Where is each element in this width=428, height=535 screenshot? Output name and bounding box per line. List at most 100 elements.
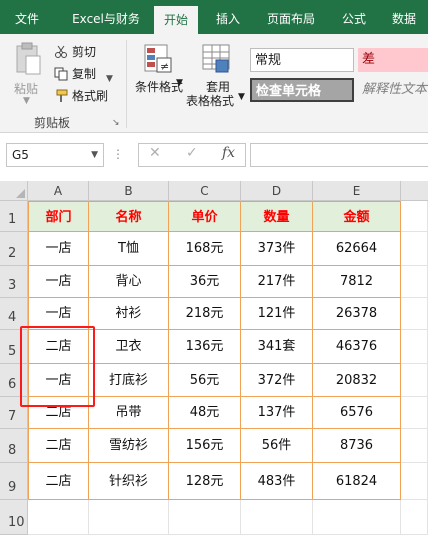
empty-cell[interactable] bbox=[401, 266, 428, 298]
table-cell[interactable]: 121件 bbox=[241, 298, 313, 330]
table-cell[interactable]: 372件 bbox=[241, 364, 313, 397]
table-cell[interactable]: 137件 bbox=[241, 397, 313, 429]
table-cell[interactable]: T恤 bbox=[89, 232, 169, 266]
column-header-a[interactable]: A bbox=[28, 181, 89, 201]
row-header[interactable]: 3 bbox=[0, 266, 28, 298]
copy-button[interactable]: 复制 bbox=[54, 64, 96, 84]
empty-cell[interactable] bbox=[401, 463, 428, 500]
row-header[interactable]: 9 bbox=[0, 463, 28, 500]
row-header[interactable]: 1 bbox=[0, 201, 28, 232]
cut-button[interactable]: 剪切 bbox=[54, 42, 96, 62]
table-cell[interactable]: 46376 bbox=[313, 330, 401, 364]
style-bad[interactable]: 差 bbox=[358, 48, 428, 72]
row-header[interactable]: 10 bbox=[0, 500, 28, 535]
column-header-e[interactable]: E bbox=[313, 181, 401, 201]
formula-bar-grip-icon[interactable]: ⋮ bbox=[112, 147, 124, 161]
table-cell[interactable]: 20832 bbox=[313, 364, 401, 397]
table-cell[interactable]: 36元 bbox=[169, 266, 241, 298]
insert-function-icon[interactable]: fx bbox=[222, 145, 235, 161]
tab-file[interactable]: 文件 bbox=[4, 0, 50, 34]
row-header[interactable]: 2 bbox=[0, 232, 28, 266]
table-cell[interactable]: 7812 bbox=[313, 266, 401, 298]
row-header[interactable]: 8 bbox=[0, 429, 28, 463]
column-header-b[interactable]: B bbox=[89, 181, 169, 201]
table-cell[interactable]: 128元 bbox=[169, 463, 241, 500]
style-check-cell[interactable]: 检查单元格 bbox=[250, 78, 354, 102]
select-all-corner[interactable] bbox=[0, 181, 28, 201]
format-as-table-dropdown-icon[interactable]: ▼ bbox=[238, 92, 245, 102]
clipboard-launcher-icon[interactable]: ↘ bbox=[112, 118, 120, 128]
table-header-cell[interactable]: 金额 bbox=[313, 201, 401, 232]
table-cell[interactable]: 218元 bbox=[169, 298, 241, 330]
table-cell[interactable]: 217件 bbox=[241, 266, 313, 298]
table-cell[interactable]: 二店 bbox=[28, 429, 89, 463]
style-normal[interactable]: 常规 bbox=[250, 48, 354, 72]
empty-cell[interactable] bbox=[313, 500, 401, 535]
tab-home[interactable]: 开始 bbox=[154, 6, 198, 34]
column-header-c[interactable]: C bbox=[169, 181, 241, 201]
table-cell[interactable]: 8736 bbox=[313, 429, 401, 463]
table-cell[interactable]: 168元 bbox=[169, 232, 241, 266]
empty-cell[interactable] bbox=[401, 232, 428, 266]
conditional-format-dropdown-icon[interactable]: ▼ bbox=[176, 78, 183, 88]
style-explanatory[interactable]: 解释性文本 bbox=[358, 78, 428, 102]
empty-cell[interactable] bbox=[169, 500, 241, 535]
empty-cell[interactable] bbox=[401, 397, 428, 429]
table-cell[interactable]: 341套 bbox=[241, 330, 313, 364]
name-box-dropdown-icon[interactable]: ▼ bbox=[91, 144, 98, 166]
column-header-d[interactable]: D bbox=[241, 181, 313, 201]
table-cell[interactable]: 背心 bbox=[89, 266, 169, 298]
table-cell[interactable]: 打底衫 bbox=[89, 364, 169, 397]
table-cell[interactable]: 373件 bbox=[241, 232, 313, 266]
empty-cell[interactable] bbox=[401, 298, 428, 330]
tab-insert[interactable]: 插入 bbox=[208, 0, 248, 34]
table-cell[interactable]: 62664 bbox=[313, 232, 401, 266]
formula-input[interactable] bbox=[250, 143, 428, 167]
table-cell[interactable]: 吊带 bbox=[89, 397, 169, 429]
table-cell[interactable]: 衬衫 bbox=[89, 298, 169, 330]
empty-cell[interactable] bbox=[89, 500, 169, 535]
format-painter-button[interactable]: 格式刷 bbox=[54, 86, 108, 106]
tab-data[interactable]: 数据 bbox=[384, 0, 424, 34]
table-cell[interactable]: 56件 bbox=[241, 429, 313, 463]
tab-page-layout[interactable]: 页面布局 bbox=[258, 0, 324, 34]
table-header-cell[interactable]: 单价 bbox=[169, 201, 241, 232]
tab-formulas[interactable]: 公式 bbox=[334, 0, 374, 34]
paste-button-label[interactable]: 粘贴 bbox=[14, 80, 38, 97]
empty-cell[interactable] bbox=[28, 500, 89, 535]
enter-icon[interactable]: ✓ bbox=[186, 145, 198, 161]
empty-cell[interactable] bbox=[401, 364, 428, 397]
empty-cell[interactable] bbox=[401, 201, 428, 232]
table-cell[interactable]: 雪纺衫 bbox=[89, 429, 169, 463]
table-cell[interactable]: 二店 bbox=[28, 463, 89, 500]
table-cell[interactable]: 56元 bbox=[169, 364, 241, 397]
table-cell[interactable]: 156元 bbox=[169, 429, 241, 463]
table-header-cell[interactable]: 部门 bbox=[28, 201, 89, 232]
conditional-format-icon[interactable]: ≠ bbox=[144, 44, 174, 74]
name-box[interactable]: G5 ▼ bbox=[6, 143, 104, 167]
column-header-f[interactable] bbox=[401, 181, 428, 201]
table-header-cell[interactable]: 名称 bbox=[89, 201, 169, 232]
table-cell[interactable]: 48元 bbox=[169, 397, 241, 429]
table-cell[interactable]: 26378 bbox=[313, 298, 401, 330]
table-cell[interactable]: 136元 bbox=[169, 330, 241, 364]
format-as-table-icon[interactable] bbox=[202, 44, 232, 74]
table-cell[interactable]: 61824 bbox=[313, 463, 401, 500]
tab-excel-finance[interactable]: Excel与财务 bbox=[66, 0, 146, 34]
paste-dropdown-icon[interactable]: ▼ bbox=[23, 96, 30, 106]
empty-cell[interactable] bbox=[401, 330, 428, 364]
table-header-cell[interactable]: 数量 bbox=[241, 201, 313, 232]
copy-dropdown-icon[interactable]: ▼ bbox=[106, 74, 113, 84]
table-cell[interactable]: 针织衫 bbox=[89, 463, 169, 500]
table-cell[interactable]: 483件 bbox=[241, 463, 313, 500]
table-cell[interactable]: 一店 bbox=[28, 232, 89, 266]
empty-cell[interactable] bbox=[401, 429, 428, 463]
table-cell[interactable]: 一店 bbox=[28, 266, 89, 298]
paste-icon[interactable] bbox=[14, 42, 42, 76]
format-as-table-label-2[interactable]: 表格格式 bbox=[186, 92, 234, 109]
table-cell[interactable]: 6576 bbox=[313, 397, 401, 429]
empty-cell[interactable] bbox=[241, 500, 313, 535]
table-cell[interactable]: 卫衣 bbox=[89, 330, 169, 364]
cancel-icon[interactable]: ✕ bbox=[149, 145, 161, 161]
empty-cell[interactable] bbox=[401, 500, 428, 535]
